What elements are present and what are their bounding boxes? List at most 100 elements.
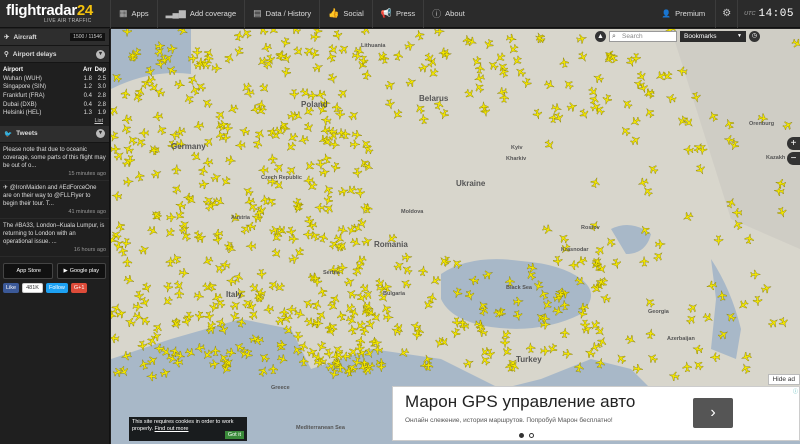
collapse-icon[interactable]: ▲ <box>595 31 606 42</box>
user-icon: 👤 <box>661 9 672 18</box>
nav-apps[interactable]: ▦ Apps <box>110 0 157 28</box>
table-row[interactable]: Helsinki (HEL) 1.3 1.9 <box>3 109 106 118</box>
nav-press[interactable]: 📢 Press <box>371 0 423 28</box>
utc-label: UTC <box>744 10 756 17</box>
premium-button[interactable]: 👤 Premium <box>652 0 715 28</box>
hide-ad-button[interactable]: Hide ad <box>767 374 800 385</box>
flight-map[interactable]: Lithuania Belarus Poland Ukraine Germany Czec… <box>111 29 800 444</box>
map-label: Rostov <box>581 225 601 231</box>
tweet-text[interactable]: ✈ @IronMaiden and #EdForceOne are on the… <box>0 181 109 208</box>
chevron-down-icon[interactable]: ▾ <box>96 49 105 59</box>
search-input[interactable]: ⌕ Search <box>609 31 677 42</box>
nav-label: Add coverage <box>189 9 237 18</box>
cookie-got-it-button[interactable]: Got it <box>224 430 244 439</box>
map-label: Greece <box>271 385 290 391</box>
logo[interactable]: flightradar24 LIVE AIR TRAFFIC <box>0 0 110 28</box>
tweet-text[interactable]: The #BA33, London–Kuala Lumpur, is retur… <box>0 219 109 246</box>
zoom-in-button[interactable]: + <box>787 137 800 150</box>
delays-header-row: Airport Arr Dep <box>3 66 106 75</box>
map-label: Lithuania <box>361 43 386 49</box>
dep-delay: 1.9 <box>97 110 106 117</box>
map-label: Austria <box>231 215 251 221</box>
logo-text: flightradar <box>6 2 77 19</box>
info-icon: ⓘ <box>432 9 442 19</box>
bookmarks-dropdown[interactable]: Bookmarks ▼ <box>680 31 746 42</box>
aircraft-panel-header[interactable]: ✈ Aircraft 1500 / 11546 <box>0 29 109 46</box>
app-store-button[interactable]: App Store <box>3 262 53 279</box>
map-label: Orenburg <box>749 121 774 127</box>
tweet-text[interactable]: Please note that due to oceanic coverage… <box>0 143 109 170</box>
google-play-button[interactable]: ▶ Google play <box>56 262 106 279</box>
map-label: Italy <box>226 290 243 299</box>
table-row[interactable]: Dubai (DXB) 0.4 2.8 <box>3 100 106 109</box>
signal-icon: ▂▄▆ <box>165 8 186 18</box>
ad-info-icon[interactable]: ⓘ <box>793 388 798 395</box>
cookie-find-out-more-link[interactable]: Find out more <box>155 426 189 432</box>
pin-icon: ⚲ <box>4 51 9 58</box>
ad-go-button[interactable]: › <box>693 398 733 428</box>
arr-delay: 1.2 <box>83 84 92 91</box>
database-icon: ▤ <box>253 8 262 18</box>
map-label: Bulgaria <box>383 291 406 297</box>
thumbs-up-icon: 👍 <box>328 8 340 18</box>
nav-social[interactable]: 👍 Social <box>319 0 372 28</box>
map-label: Belarus <box>419 94 449 103</box>
nav-label: Apps <box>131 9 149 18</box>
map-label: Germany <box>171 142 206 151</box>
map-label: Kharkiv <box>506 156 527 162</box>
aircraft-label: Aircraft <box>13 33 37 41</box>
arr-delay: 0.4 <box>83 101 92 108</box>
gear-icon[interactable]: ⚙ <box>715 0 737 28</box>
sidebar: ✈ Aircraft 1500 / 11546 ⚲ Airport delays… <box>0 29 110 444</box>
gplus-button[interactable]: G+1 <box>70 282 88 293</box>
dep-delay: 2.5 <box>97 75 106 82</box>
map-label: Azerbaijan <box>667 336 695 342</box>
delays-list-link[interactable]: List <box>3 118 106 124</box>
table-row[interactable]: Frankfurt (FRA) 0.4 2.8 <box>3 92 106 101</box>
map-label: Czech Republic <box>261 175 302 181</box>
facebook-like-button[interactable]: Like <box>3 282 20 293</box>
tweet-list: Please note that due to oceanic coverage… <box>0 143 109 257</box>
tweet-time: 41 minutes ago <box>0 208 109 219</box>
airport-name: Singapore (SIN) <box>3 84 47 91</box>
nav-data-history[interactable]: ▤ Data / History <box>244 0 319 28</box>
ad-title: Марон GPS управление авто <box>405 392 636 411</box>
airport-delays-label: Airport delays <box>12 50 57 58</box>
bookmarks-label: Bookmarks <box>684 33 717 40</box>
table-row[interactable]: Wuhan (WUH) 1.8 2.5 <box>3 75 106 84</box>
twitter-follow-button[interactable]: Follow <box>45 282 68 293</box>
map-label: Ukraine <box>456 179 486 188</box>
utc-time: 14:05 <box>758 7 794 20</box>
nav-label: Press <box>395 9 416 18</box>
zoom-out-button[interactable]: − <box>787 152 800 165</box>
airport-name: Wuhan (WUH) <box>3 75 42 82</box>
col-dep: Dep <box>94 67 106 74</box>
premium-label: Premium <box>675 9 706 18</box>
tweets-label: Tweets <box>16 130 38 138</box>
tweets-header[interactable]: 🐦 Tweets ▾ <box>0 125 109 143</box>
map-label: Krasnodar <box>561 247 589 253</box>
google-play-label: Google play <box>69 267 100 274</box>
grid-icon: ▦ <box>119 8 128 18</box>
airport-name: Frankfurt (FRA) <box>3 93 45 100</box>
ad-dot[interactable] <box>519 433 524 438</box>
twitter-icon: 🐦 <box>4 130 13 138</box>
logo-number: 24 <box>76 2 93 19</box>
gplus-label: G+1 <box>73 284 85 291</box>
map-canvas[interactable]: Lithuania Belarus Poland Ukraine Germany Czec… <box>111 29 800 444</box>
nav-add-coverage[interactable]: ▂▄▆ Add coverage <box>156 0 245 28</box>
ad-dot[interactable] <box>529 433 534 438</box>
map-label: Kazakh <box>766 155 786 161</box>
nav-about[interactable]: ⓘ About <box>423 0 473 28</box>
playback-icon[interactable]: ◷ <box>749 31 760 42</box>
chevron-down-icon: ▼ <box>737 33 742 39</box>
table-row[interactable]: Singapore (SIN) 1.2 3.0 <box>3 83 106 92</box>
ad-banner[interactable]: Марон GPS управление авто Онлайн слежени… <box>392 386 800 441</box>
chevron-down-icon[interactable]: ▾ <box>96 129 105 139</box>
dep-delay: 2.8 <box>97 101 106 108</box>
map-label: Moldova <box>401 209 424 215</box>
aircraft-count: 1500 / 11546 <box>70 33 105 41</box>
airport-delays-header[interactable]: ⚲ Airport delays ▾ <box>0 46 109 63</box>
logo-subtitle: LIVE AIR TRAFFIC <box>44 18 92 24</box>
nav-label: About <box>445 9 465 18</box>
